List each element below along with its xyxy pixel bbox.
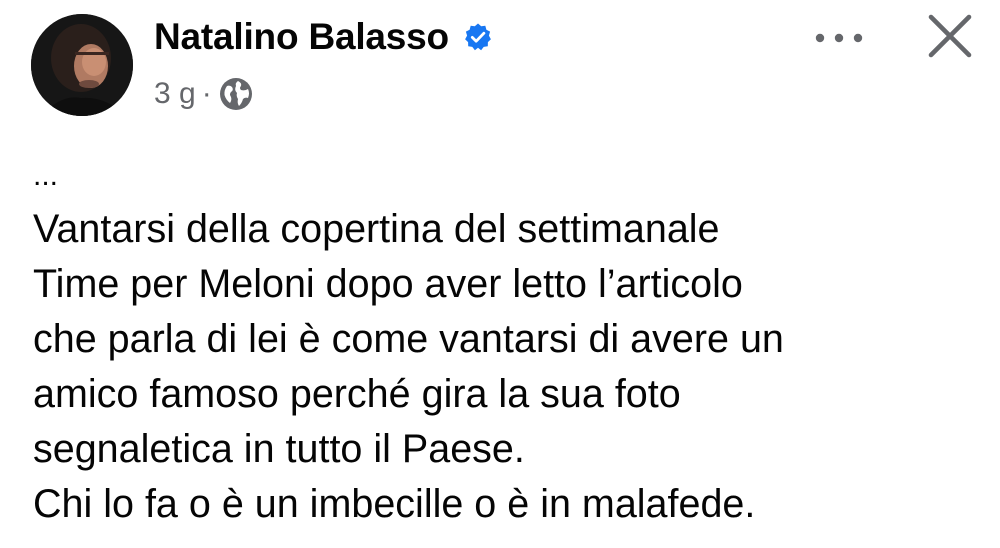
post-text-line: Time per Meloni dopo aver letto l’artico… <box>33 262 743 306</box>
avatar-photo <box>31 14 133 116</box>
post-text-line: amico famoso perché gira la sua foto <box>33 372 681 416</box>
post-meta: 3 g · <box>154 74 254 114</box>
facebook-post: Natalino Balasso 3 g · ... Vantarsi dell… <box>0 0 1000 548</box>
author-row: Natalino Balasso <box>154 14 493 60</box>
post-timestamp[interactable]: 3 g <box>154 74 196 114</box>
post-header: Natalino Balasso 3 g · <box>0 0 1000 140</box>
close-icon <box>928 14 972 58</box>
verified-badge-icon <box>463 22 493 52</box>
author-avatar[interactable] <box>31 14 133 116</box>
close-button[interactable] <box>922 12 978 64</box>
globe-icon[interactable] <box>218 76 254 112</box>
post-ellipsis: ... <box>33 159 59 192</box>
post-text-line: Vantarsi della copertina del settimanale <box>33 207 720 251</box>
author-name[interactable]: Natalino Balasso <box>154 14 449 60</box>
post-text-line: segnaletica in tutto il Paese. <box>33 427 525 471</box>
post-text-line: che parla di lei è come vantarsi di aver… <box>33 317 784 361</box>
meta-separator: · <box>201 77 212 110</box>
more-horizontal-icon <box>815 33 863 43</box>
more-options-button[interactable] <box>808 18 870 58</box>
post-text: ... Vantarsi della copertina del settima… <box>33 158 973 532</box>
post-text-line: Chi lo fa o è un imbecille o è in malafe… <box>33 482 756 526</box>
